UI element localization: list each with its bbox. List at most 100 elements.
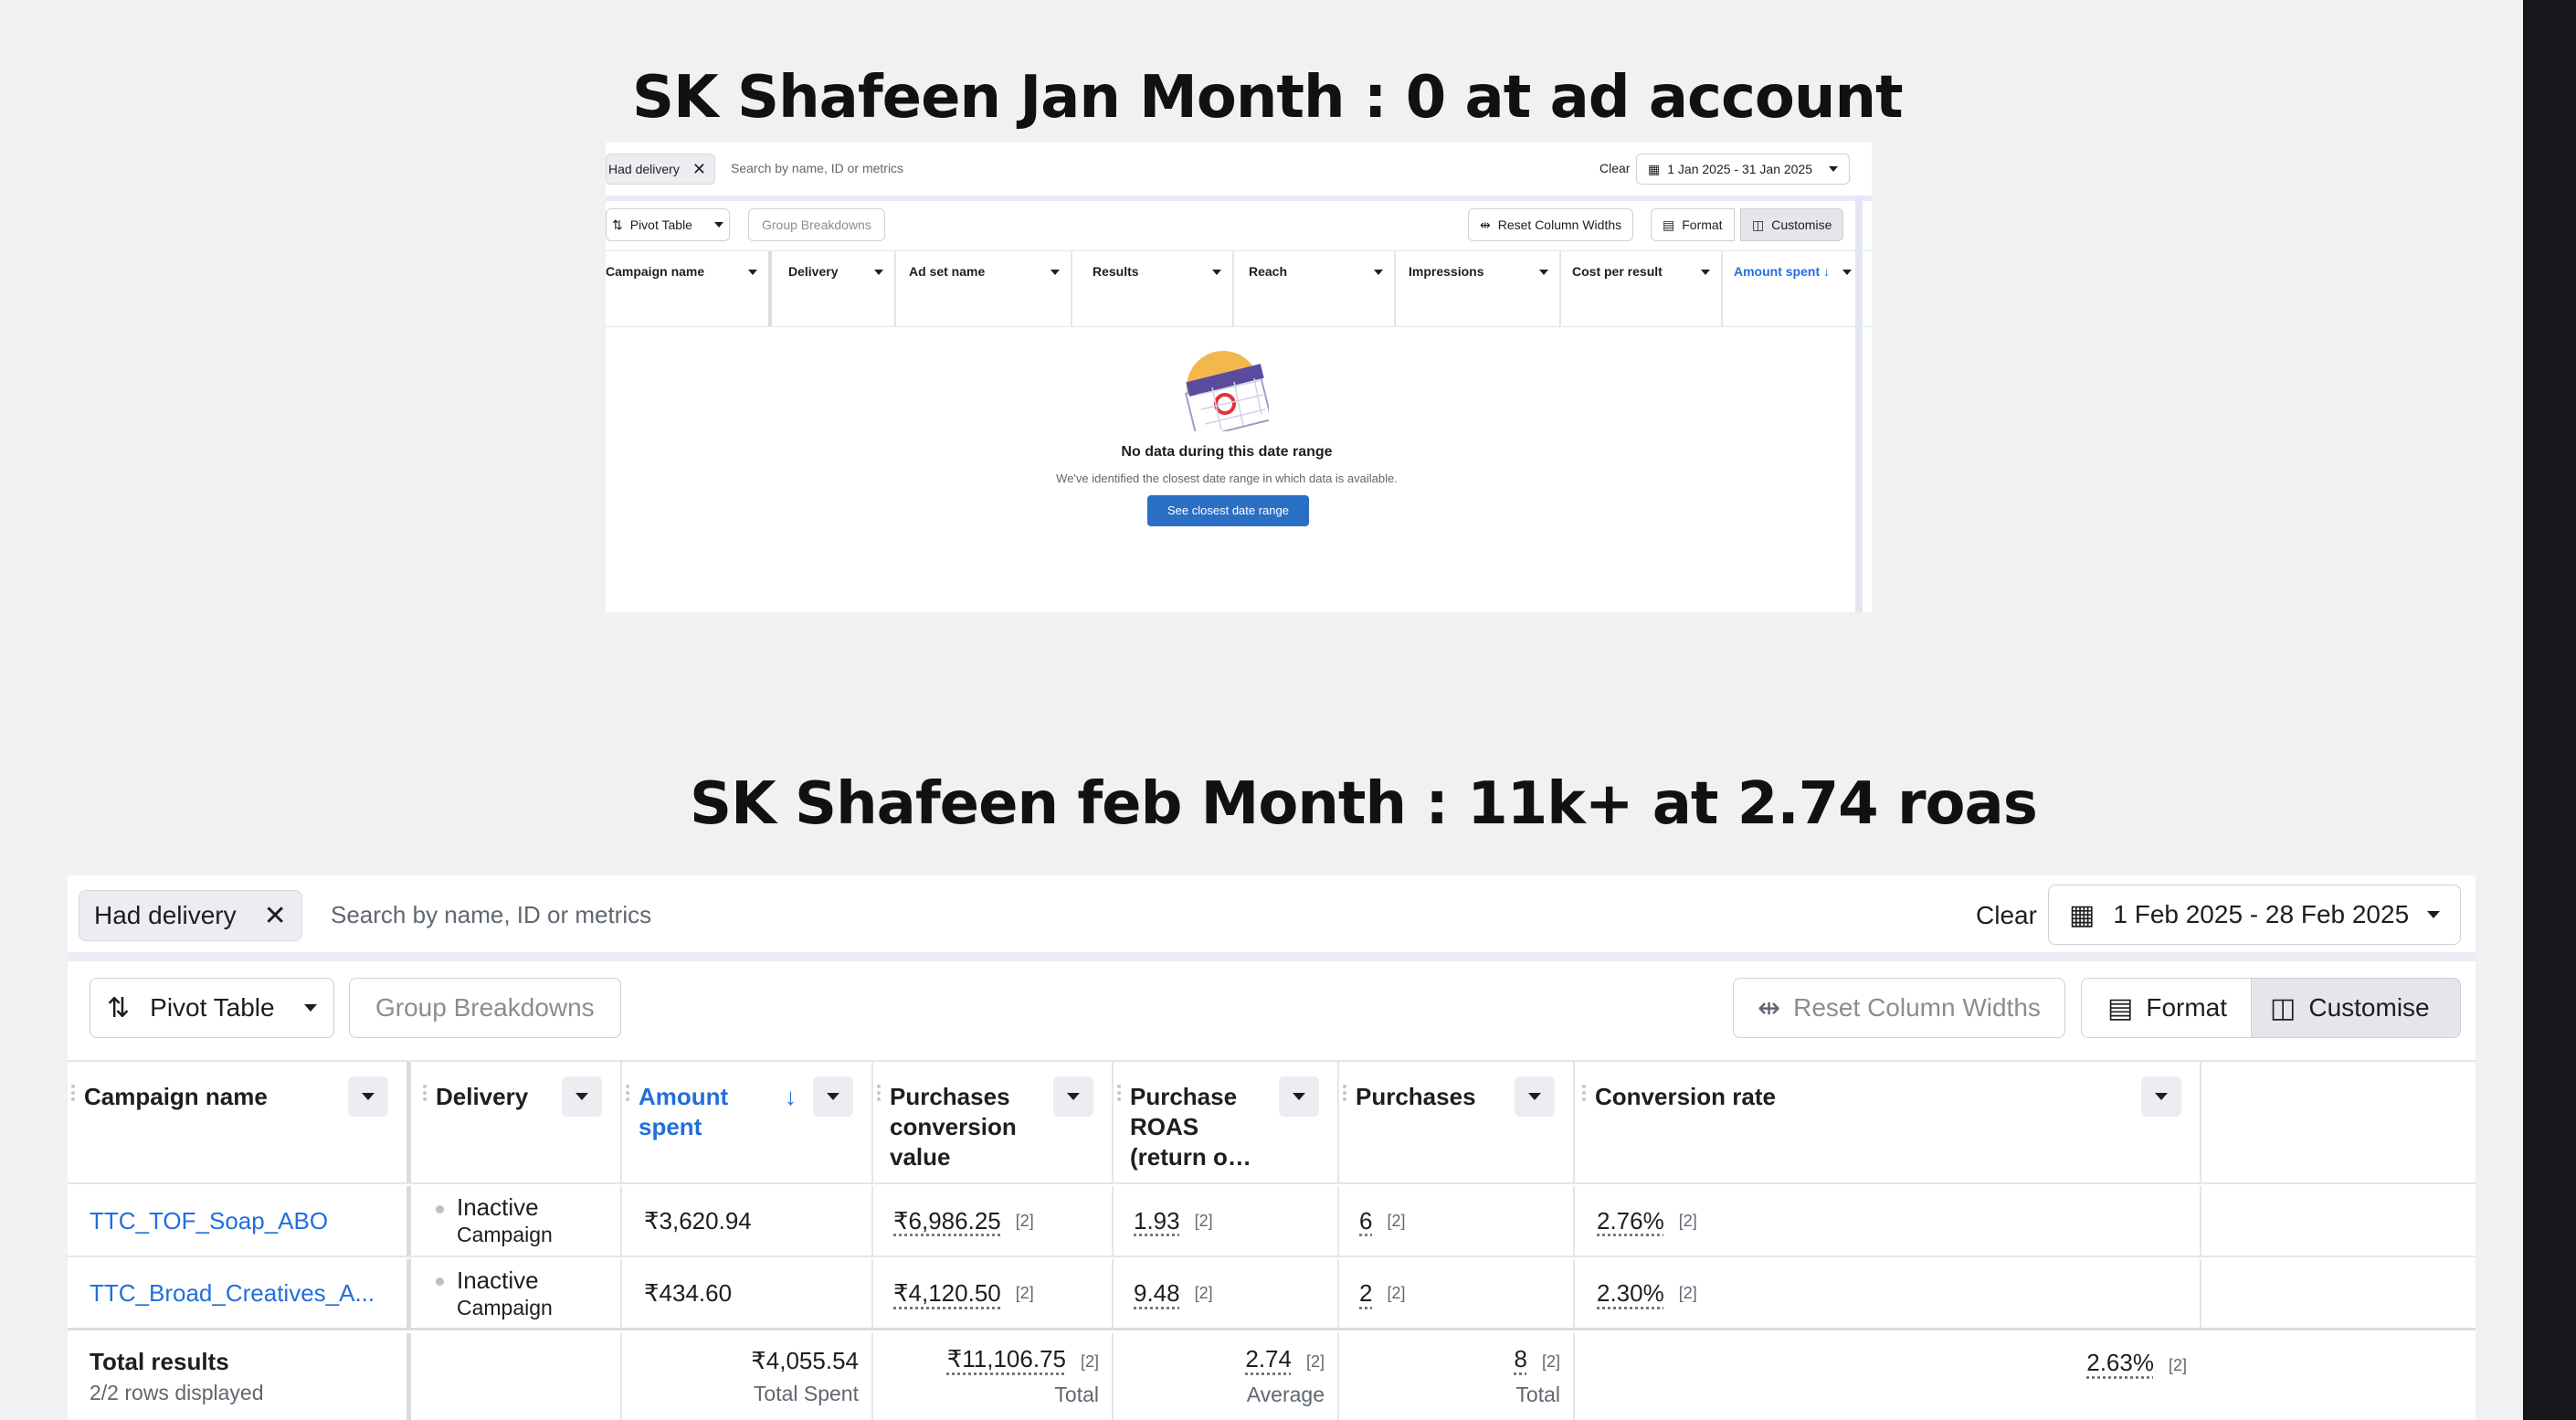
drag-handle-icon[interactable] <box>423 1082 427 1104</box>
sort-down-icon[interactable]: ↓ <box>785 1082 797 1112</box>
delivery-sub: Campaign <box>457 1295 553 1319</box>
chevron-down-icon[interactable] <box>1515 1076 1555 1117</box>
roas-cell: 1.93 [2] <box>1112 1186 1337 1256</box>
table-row[interactable]: TTC_TOF_Soap_ABO Inactive Campaign ₹3,62… <box>68 1186 2476 1257</box>
see-closest-date-range-button[interactable]: See closest date range <box>1147 495 1309 526</box>
feb-pivot-table-button[interactable]: ⇅ Pivot Table <box>90 978 334 1038</box>
feb-search-input[interactable]: Search by name, ID or metrics <box>331 901 651 929</box>
footnote: [2] <box>1387 1211 1406 1230</box>
chevron-down-icon[interactable] <box>1374 270 1383 275</box>
feb-group-breakdowns-button[interactable]: Group Breakdowns <box>349 978 621 1038</box>
jan-col-label: Cost per result <box>1572 264 1663 279</box>
drag-handle-icon[interactable] <box>877 1082 881 1104</box>
chevron-down-icon[interactable] <box>1212 270 1221 275</box>
feb-customise-label: Customise <box>2308 993 2430 1022</box>
jan-date-range: 1 Jan 2025 - 31 Jan 2025 <box>1667 162 1813 176</box>
campaign-name-cell[interactable]: TTC_TOF_Soap_ABO <box>68 1186 411 1256</box>
feb-col-campaign-name[interactable]: Campaign name <box>68 1062 411 1182</box>
jan-filter-chip[interactable]: Had delivery ✕ <box>606 154 715 185</box>
feb-col-label: Campaign name <box>84 1083 268 1110</box>
feb-col-label: Amount <box>639 1083 729 1110</box>
jan-col-amount-spent[interactable]: Amount spent ↓ <box>1721 251 1863 326</box>
roas-value[interactable]: 9.48 <box>1134 1279 1180 1308</box>
close-icon[interactable]: ✕ <box>692 160 706 179</box>
drag-handle-icon[interactable] <box>71 1082 75 1104</box>
chevron-down-icon[interactable] <box>348 1076 388 1117</box>
conversion-rate-value[interactable]: 2.76% <box>1597 1207 1664 1235</box>
jan-col-delivery[interactable]: Delivery <box>776 251 894 326</box>
feb-clear-button[interactable]: Clear <box>1976 901 2037 930</box>
jan-customise-button[interactable]: ◫ Customise <box>1740 208 1844 241</box>
jan-col-impressions[interactable]: Impressions <box>1394 251 1559 326</box>
chevron-down-icon <box>2427 911 2440 918</box>
customise-icon: ◫ <box>1752 217 1765 232</box>
drag-handle-icon[interactable] <box>626 1082 629 1104</box>
feb-col-purchase-roas[interactable]: Purchase ROAS (return o… <box>1112 1062 1337 1182</box>
customise-icon: ◫ <box>2270 992 2296 1023</box>
feb-customise-button[interactable]: ◫ Customise <box>2251 978 2461 1038</box>
purchase-value[interactable]: ₹4,120.50 <box>893 1279 1001 1308</box>
campaign-link[interactable]: TTC_Broad_Creatives_A... <box>90 1279 375 1308</box>
drag-handle-icon[interactable] <box>1343 1082 1346 1104</box>
jan-group-breakdowns-button[interactable]: Group Breakdowns <box>748 208 885 241</box>
totals-purchase-value[interactable]: ₹11,106.75 <box>947 1345 1066 1372</box>
empty-cell <box>2200 1259 2476 1328</box>
amount-spent-value: ₹434.60 <box>644 1279 733 1307</box>
chevron-down-icon[interactable] <box>748 270 757 275</box>
empty-cell <box>2200 1186 2476 1256</box>
chevron-down-icon[interactable] <box>562 1076 602 1117</box>
purchases-value[interactable]: 6 <box>1359 1207 1372 1235</box>
jan-col-results[interactable]: Results <box>1071 251 1232 326</box>
feb-format-button[interactable]: ▤ Format <box>2081 978 2254 1038</box>
chevron-down-icon[interactable] <box>874 270 883 275</box>
chevron-down-icon[interactable] <box>813 1076 853 1117</box>
close-icon[interactable]: ✕ <box>264 900 287 932</box>
jan-col-ad-set-name[interactable]: Ad set name <box>894 251 1071 326</box>
jan-col-reach[interactable]: Reach <box>1232 251 1394 326</box>
roas-value[interactable]: 1.93 <box>1134 1207 1180 1235</box>
chevron-down-icon <box>304 1004 317 1012</box>
jan-col-campaign-name[interactable]: Campaign name <box>606 251 772 326</box>
totals-purchases-value[interactable]: 8 <box>1515 1345 1527 1372</box>
chevron-down-icon[interactable] <box>1279 1076 1319 1117</box>
feb-date-range: 1 Feb 2025 - 28 Feb 2025 <box>2113 900 2410 928</box>
feb-reset-widths-button[interactable]: ⇹ Reset Column Widths <box>1733 978 2065 1038</box>
jan-empty-title: No data during this date range <box>1121 444 1333 460</box>
feb-filter-chip[interactable]: Had delivery ✕ <box>79 890 302 941</box>
chevron-down-icon[interactable] <box>1701 270 1710 275</box>
jan-reset-widths-button[interactable]: ⇹ Reset Column Widths <box>1468 208 1634 241</box>
feb-col-purchases[interactable]: Purchases <box>1337 1062 1573 1182</box>
totals-conversion-rate-value[interactable]: 2.63% <box>2086 1349 2154 1376</box>
feb-col-delivery[interactable]: Delivery <box>416 1062 620 1182</box>
pivot-icon: ⇅ <box>107 992 131 1023</box>
chevron-down-icon[interactable] <box>2141 1076 2181 1117</box>
totals-roas-value[interactable]: 2.74 <box>1245 1345 1292 1372</box>
chevron-down-icon[interactable] <box>1539 270 1548 275</box>
campaign-name-cell[interactable]: TTC_Broad_Creatives_A... <box>68 1259 411 1328</box>
chevron-down-icon <box>714 222 723 228</box>
chevron-down-icon[interactable] <box>1842 270 1852 275</box>
jan-search-input[interactable]: Search by name, ID or metrics <box>731 161 903 175</box>
feb-col-purchases-conversion-value[interactable]: Purchases conversion value <box>871 1062 1112 1182</box>
purchases-value[interactable]: 2 <box>1359 1279 1372 1308</box>
conversion-rate-value[interactable]: 2.30% <box>1597 1279 1664 1308</box>
feb-col-conversion-rate[interactable]: Conversion rate <box>1573 1062 2200 1182</box>
feb-col-label: Purchase <box>1130 1083 1238 1110</box>
drag-handle-icon[interactable] <box>1117 1082 1121 1104</box>
campaign-link[interactable]: TTC_TOF_Soap_ABO <box>90 1207 328 1235</box>
feb-col-amount-spent[interactable]: Amount spent ↓ <box>620 1062 871 1182</box>
jan-format-button[interactable]: ▤ Format <box>1651 208 1735 241</box>
jan-date-picker[interactable]: ▦ 1 Jan 2025 - 31 Jan 2025 <box>1636 154 1850 185</box>
jan-col-cost-per-result[interactable]: Cost per result <box>1559 251 1721 326</box>
jan-clear-button[interactable]: Clear <box>1599 161 1630 175</box>
chevron-down-icon[interactable] <box>1053 1076 1093 1117</box>
feb-date-picker[interactable]: ▦ 1 Feb 2025 - 28 Feb 2025 <box>2048 885 2461 945</box>
footnote: [2] <box>1015 1211 1034 1230</box>
feb-col-label: Purchases <box>890 1083 1010 1110</box>
jan-pivot-table-button[interactable]: ⇅ Pivot Table <box>606 208 730 241</box>
drag-handle-icon[interactable] <box>1582 1082 1586 1104</box>
chevron-down-icon[interactable] <box>1050 270 1060 275</box>
conversion-rate-cell: 2.76% [2] <box>1573 1186 2200 1256</box>
purchase-value[interactable]: ₹6,986.25 <box>893 1207 1001 1235</box>
table-row[interactable]: TTC_Broad_Creatives_A... Inactive Campai… <box>68 1259 2476 1330</box>
